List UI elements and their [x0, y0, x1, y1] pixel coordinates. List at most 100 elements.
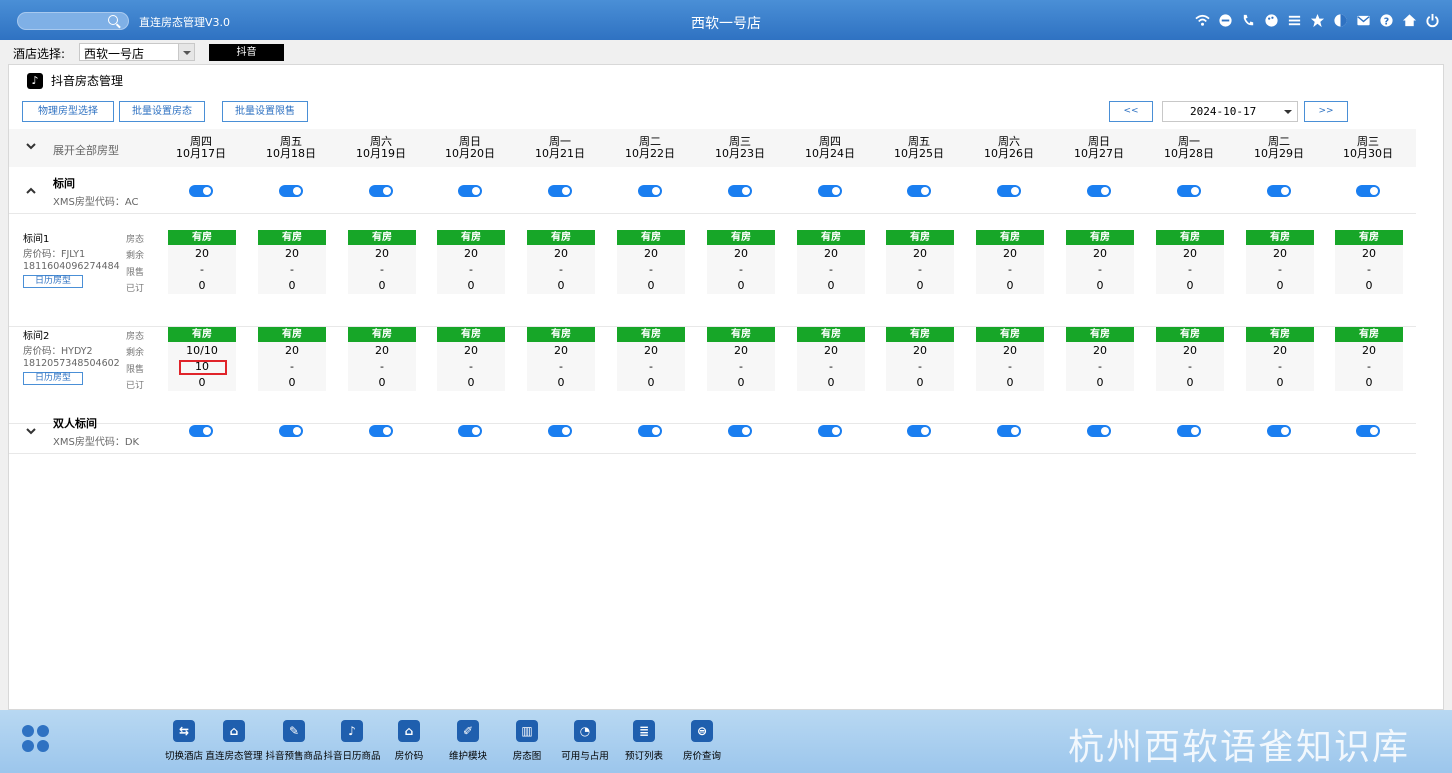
limit-value[interactable]: -: [617, 360, 685, 373]
list-icon[interactable]: ≣: [633, 720, 655, 742]
chevron-down-icon[interactable]: [25, 426, 37, 436]
status-toggle[interactable]: [279, 425, 303, 437]
room-status-badge[interactable]: 有房: [1246, 230, 1314, 245]
chevron-up-icon[interactable]: [25, 186, 37, 196]
room-status-badge[interactable]: 有房: [348, 327, 416, 342]
calendar-room-button[interactable]: 日历房型: [23, 275, 83, 288]
theme-icon[interactable]: [1332, 12, 1348, 28]
inventory-cell[interactable]: 有房 20 - 0: [797, 327, 865, 391]
expand-all-label[interactable]: 展开全部房型: [53, 142, 119, 158]
status-toggle[interactable]: [638, 425, 662, 437]
chevron-down-icon[interactable]: [178, 44, 194, 60]
house-gear-icon[interactable]: ⌂: [223, 720, 245, 742]
status-toggle[interactable]: [997, 185, 1021, 197]
room-status-badge[interactable]: 有房: [1156, 327, 1224, 342]
room-status-badge[interactable]: 有房: [886, 327, 954, 342]
inventory-cell[interactable]: 有房 20 - 0: [348, 230, 416, 294]
limit-value[interactable]: -: [886, 263, 954, 276]
inventory-cell[interactable]: 有房 20 - 0: [1246, 230, 1314, 294]
power-icon[interactable]: [1424, 12, 1440, 28]
limit-value[interactable]: -: [1066, 360, 1134, 373]
bank-icon[interactable]: ▥: [516, 720, 538, 742]
limit-value[interactable]: -: [797, 263, 865, 276]
limit-value[interactable]: -: [437, 360, 505, 373]
inventory-cell[interactable]: 有房 10/10 10 0: [168, 327, 236, 391]
douyin-platform-button[interactable]: 抖音: [209, 44, 284, 61]
status-toggle[interactable]: [1177, 425, 1201, 437]
status-toggle[interactable]: [1356, 425, 1380, 437]
pie-icon[interactable]: ◔: [574, 720, 596, 742]
status-toggle[interactable]: [369, 425, 393, 437]
inventory-cell[interactable]: 有房 20 - 0: [1066, 230, 1134, 294]
limit-value[interactable]: -: [1246, 360, 1314, 373]
status-toggle[interactable]: [997, 425, 1021, 437]
status-toggle[interactable]: [818, 185, 842, 197]
inventory-cell[interactable]: 有房 20 - 0: [437, 230, 505, 294]
room-status-badge[interactable]: 有房: [527, 230, 595, 245]
limit-value[interactable]: -: [168, 263, 236, 276]
inventory-cell[interactable]: 有房 20 - 0: [797, 230, 865, 294]
limit-value[interactable]: -: [437, 263, 505, 276]
inventory-cell[interactable]: 有房 20 - 0: [976, 230, 1044, 294]
room-status-badge[interactable]: 有房: [168, 327, 236, 342]
inventory-cell[interactable]: 有房 20 - 0: [437, 327, 505, 391]
room-status-badge[interactable]: 有房: [168, 230, 236, 245]
limit-value[interactable]: -: [797, 360, 865, 373]
hotel-select[interactable]: 西软一号店: [79, 43, 195, 61]
limit-value[interactable]: -: [1066, 263, 1134, 276]
inventory-cell[interactable]: 有房 20 - 0: [168, 230, 236, 294]
limit-value[interactable]: -: [348, 263, 416, 276]
limit-value[interactable]: -: [976, 360, 1044, 373]
query-icon[interactable]: ⊜: [691, 720, 713, 742]
inventory-cell[interactable]: 有房 20 - 0: [707, 230, 775, 294]
room-status-badge[interactable]: 有房: [886, 230, 954, 245]
home-icon[interactable]: [1401, 12, 1417, 28]
status-toggle[interactable]: [458, 425, 482, 437]
room-type-row[interactable]: 标间 XMS房型代码：AC: [9, 168, 1416, 214]
inventory-cell[interactable]: 有房 20 - 0: [258, 230, 326, 294]
inventory-cell[interactable]: 有房 20 - 0: [1246, 327, 1314, 391]
batch-limit-button[interactable]: 批量设置限售: [222, 101, 308, 122]
inventory-cell[interactable]: 有房 20 - 0: [886, 327, 954, 391]
limit-value[interactable]: -: [348, 360, 416, 373]
inventory-cell[interactable]: 有房 20 - 0: [976, 327, 1044, 391]
room-status-badge[interactable]: 有房: [1246, 327, 1314, 342]
status-toggle[interactable]: [1087, 185, 1111, 197]
limit-value[interactable]: -: [707, 263, 775, 276]
status-toggle[interactable]: [728, 425, 752, 437]
inventory-cell[interactable]: 有房 20 - 0: [1156, 230, 1224, 294]
room-status-badge[interactable]: 有房: [707, 327, 775, 342]
next-period-button[interactable]: >>: [1304, 101, 1348, 122]
wifi-icon[interactable]: [1194, 12, 1210, 28]
palette-icon[interactable]: [1263, 12, 1279, 28]
inventory-cell[interactable]: 有房 20 - 0: [617, 230, 685, 294]
room-status-badge[interactable]: 有房: [976, 230, 1044, 245]
toolbar-button[interactable]: ◔ 可用与占用: [555, 720, 615, 762]
clover-menu-icon[interactable]: [22, 725, 50, 753]
status-toggle[interactable]: [907, 425, 931, 437]
toolbar-button[interactable]: ✐ 维护模块: [438, 720, 498, 762]
inventory-cell[interactable]: 有房 20 - 0: [886, 230, 954, 294]
limit-value[interactable]: -: [707, 360, 775, 373]
toolbar-button[interactable]: ✎ 抖音预售商品: [264, 720, 324, 762]
status-toggle[interactable]: [458, 185, 482, 197]
room-status-badge[interactable]: 有房: [1156, 230, 1224, 245]
limit-value[interactable]: -: [527, 263, 595, 276]
room-status-badge[interactable]: 有房: [617, 230, 685, 245]
switch-icon[interactable]: ⇆: [173, 720, 195, 742]
room-status-badge[interactable]: 有房: [1335, 327, 1403, 342]
limit-value[interactable]: -: [1246, 263, 1314, 276]
status-toggle[interactable]: [1267, 185, 1291, 197]
room-status-badge[interactable]: 有房: [1335, 230, 1403, 245]
menu-icon[interactable]: [1286, 12, 1302, 28]
room-status-badge[interactable]: 有房: [797, 327, 865, 342]
wrench-icon[interactable]: ✐: [457, 720, 479, 742]
douyin-icon[interactable]: ♪: [341, 720, 363, 742]
status-toggle[interactable]: [818, 425, 842, 437]
status-toggle[interactable]: [369, 185, 393, 197]
chevron-down-icon[interactable]: [1284, 110, 1292, 118]
status-toggle[interactable]: [1356, 185, 1380, 197]
help-icon[interactable]: ?: [1378, 12, 1394, 28]
inventory-cell[interactable]: 有房 20 - 0: [1066, 327, 1134, 391]
room-status-badge[interactable]: 有房: [1066, 327, 1134, 342]
